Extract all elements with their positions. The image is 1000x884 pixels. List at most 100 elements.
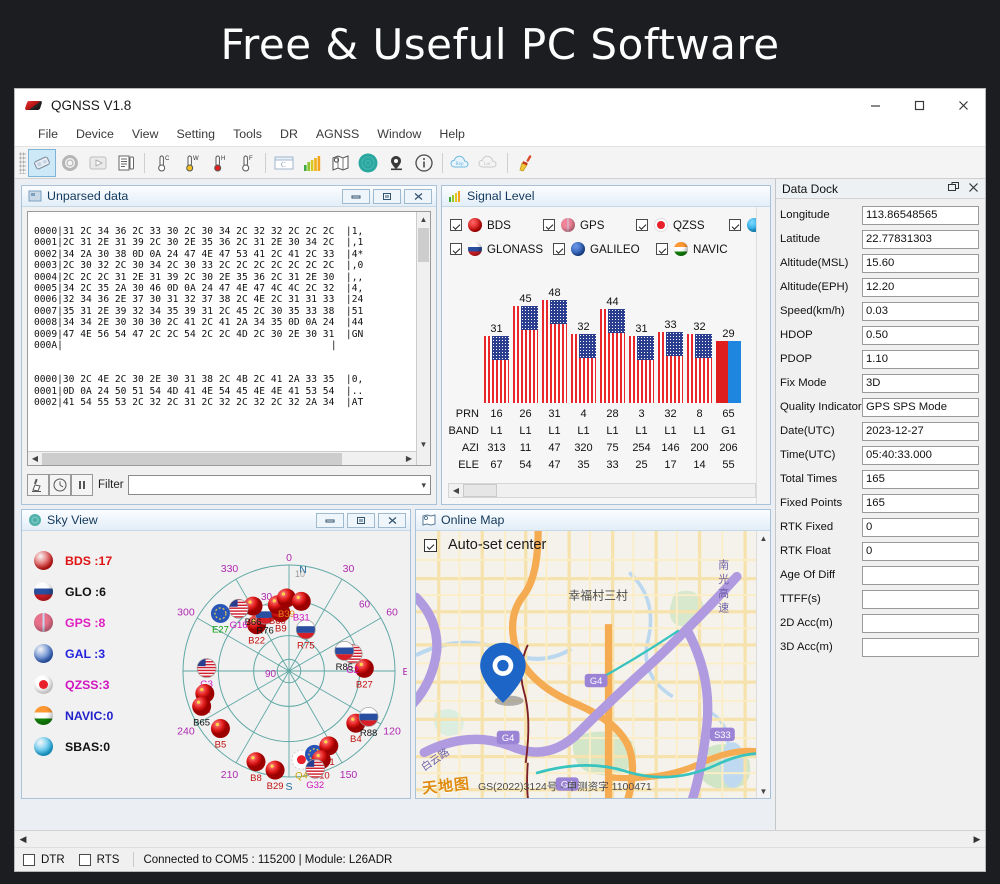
sky-satellite[interactable]: B5 (210, 719, 230, 751)
skyview-minimize-button[interactable] (316, 512, 344, 528)
sky-satellite[interactable]: G16 (228, 598, 249, 631)
timestamp-icon[interactable] (49, 474, 71, 496)
hex-scroll-up-arrow[interactable]: ▲ (417, 212, 430, 226)
menu-item-view[interactable]: View (123, 125, 168, 143)
menu-item-device[interactable]: Device (67, 125, 123, 143)
menu-item-file[interactable]: File (29, 125, 67, 143)
data-dock-field-value[interactable]: 165 (862, 493, 979, 513)
data-dock-field-value[interactable] (862, 565, 979, 585)
sky-satellite[interactable]: B8 (246, 752, 266, 784)
sky-satellite[interactable]: R85 (334, 641, 355, 673)
device-icon[interactable] (28, 148, 56, 177)
gps-checkbox[interactable] (543, 219, 555, 231)
hex-vscroll-thumb[interactable] (418, 228, 429, 262)
skyview-restore-button[interactable] (347, 512, 375, 528)
data-dock-field-value[interactable]: 0 (862, 541, 979, 561)
clear-log-icon[interactable] (27, 474, 49, 496)
chevron-down-icon[interactable]: ▾ (421, 480, 426, 491)
data-dock-field-value[interactable] (862, 637, 979, 657)
hex-horizontal-scrollbar[interactable]: ◀ ▶ (28, 451, 416, 465)
sky-satellite[interactable]: R75 (295, 619, 316, 652)
play-icon[interactable] (84, 149, 112, 177)
data-dock-field-value[interactable] (862, 589, 979, 609)
unparsed-close-button[interactable] (404, 188, 432, 204)
signal-bars-icon[interactable] (298, 149, 326, 177)
console-icon[interactable]: C (270, 149, 298, 177)
signal-vertical-scrollbar[interactable] (756, 207, 770, 504)
data-dock-field-value[interactable]: 22.77831303 (862, 229, 979, 249)
signal-scroll-left-arrow[interactable]: ◀ (449, 486, 463, 495)
menu-item-setting[interactable]: Setting (167, 125, 224, 143)
galileo-checkbox[interactable] (553, 243, 565, 255)
sky-satellite[interactable]: G32 (305, 758, 326, 791)
data-dock-field-value[interactable]: 0 (862, 517, 979, 537)
workspace-scroll-right-arrow[interactable]: ▶ (969, 834, 985, 845)
menu-item-dr[interactable]: DR (271, 125, 307, 143)
sky-polar-plot[interactable]: 30601201502102403003300NESW10309060 R75 … (177, 535, 407, 798)
data-dock-field-value[interactable] (862, 613, 979, 633)
thermometer-w-icon[interactable]: W (177, 149, 205, 177)
navic-checkbox[interactable] (656, 243, 668, 255)
workspace-horizontal-scrollbar[interactable]: ◀ ▶ (15, 830, 985, 847)
toolbar-grip[interactable] (19, 151, 26, 174)
sbas-checkbox[interactable] (729, 219, 741, 231)
hex-dump-area[interactable]: 0000|31 2C 34 36 2C 33 30 2C 30 34 2C 32… (27, 211, 431, 466)
data-dock-field-value[interactable]: 15.60 (862, 253, 979, 273)
sky-satellite[interactable]: R88 (358, 707, 379, 739)
settings-gear-icon[interactable] (56, 149, 84, 177)
sky-satellite[interactable]: E27 (210, 603, 230, 636)
map-vertical-scrollbar[interactable]: ▲ ▼ (756, 531, 770, 798)
unparsed-restore-button[interactable] (373, 188, 401, 204)
data-dock-field-value[interactable]: 3D (862, 373, 979, 393)
menu-item-help[interactable]: Help (430, 125, 473, 143)
cloud-download-icon[interactable]: Lor (475, 149, 503, 177)
sky-satellite[interactable]: B29 (265, 760, 285, 793)
constellation-filter-galileo[interactable]: GALILEO (553, 242, 656, 256)
auto-set-center-checkbox[interactable] (424, 538, 437, 552)
data-dock-field-value[interactable]: 0.50 (862, 325, 979, 345)
maximize-button[interactable] (897, 89, 941, 121)
data-dock-field-value[interactable]: 12.20 (862, 277, 979, 297)
workspace-scroll-track[interactable] (31, 831, 969, 847)
data-dock-field-value[interactable]: 0.03 (862, 301, 979, 321)
menu-item-agnss[interactable]: AGNSS (307, 125, 368, 143)
pause-icon[interactable] (71, 474, 93, 496)
hex-scroll-left-arrow[interactable]: ◀ (28, 454, 42, 463)
signal-hscroll-thumb[interactable] (463, 484, 497, 497)
menu-item-window[interactable]: Window (368, 125, 430, 143)
skyview-close-button[interactable] (378, 512, 406, 528)
data-dock-field-value[interactable]: 165 (862, 469, 979, 489)
thermometer-h-icon[interactable]: H (205, 149, 233, 177)
hex-scroll-down-arrow[interactable]: ▼ (417, 437, 430, 451)
signal-horizontal-scrollbar[interactable]: ◀ (448, 483, 756, 498)
constellation-filter-gps[interactable]: GPS (543, 218, 636, 232)
hex-vertical-scrollbar[interactable]: ▲ ▼ (416, 212, 430, 465)
bds-checkbox[interactable] (450, 219, 462, 231)
data-dock-field-value[interactable]: 1.10 (862, 349, 979, 369)
map-icon[interactable] (326, 149, 354, 177)
constellation-filter-bds[interactable]: BDS (450, 218, 543, 232)
location-pin-icon[interactable] (382, 149, 410, 177)
sky-satellite[interactable]: B65 (192, 696, 212, 729)
workspace-scroll-left-arrow[interactable]: ◀ (15, 834, 31, 845)
sky-satellite[interactable]: B31 (291, 591, 311, 624)
constellation-filter-navic[interactable]: NAVIC (656, 242, 759, 256)
auto-set-center-control[interactable]: Auto-set center (424, 537, 546, 553)
menu-item-tools[interactable]: Tools (224, 125, 271, 143)
thermometer-c-icon[interactable]: C (149, 149, 177, 177)
dtr-checkbox[interactable] (23, 853, 35, 866)
data-dock-field-value[interactable]: 05:40:33.000 (862, 445, 979, 465)
close-button[interactable] (941, 89, 985, 121)
info-icon[interactable] (410, 149, 438, 177)
close-panel-icon[interactable] (968, 180, 979, 198)
rts-checkbox[interactable] (78, 853, 91, 866)
clear-broom-icon[interactable] (512, 149, 540, 177)
qzss-checkbox[interactable] (636, 219, 648, 231)
cloud-upload-icon[interactable]: Rep (447, 149, 475, 177)
constellation-filter-qzss[interactable]: QZSS (636, 218, 729, 232)
skyview-icon[interactable] (354, 149, 382, 177)
hex-scroll-right-arrow[interactable]: ▶ (402, 454, 416, 463)
filter-input[interactable]: ▾ (127, 475, 431, 495)
rts-control[interactable]: RTS (78, 853, 119, 866)
log-file-icon[interactable] (112, 149, 140, 177)
